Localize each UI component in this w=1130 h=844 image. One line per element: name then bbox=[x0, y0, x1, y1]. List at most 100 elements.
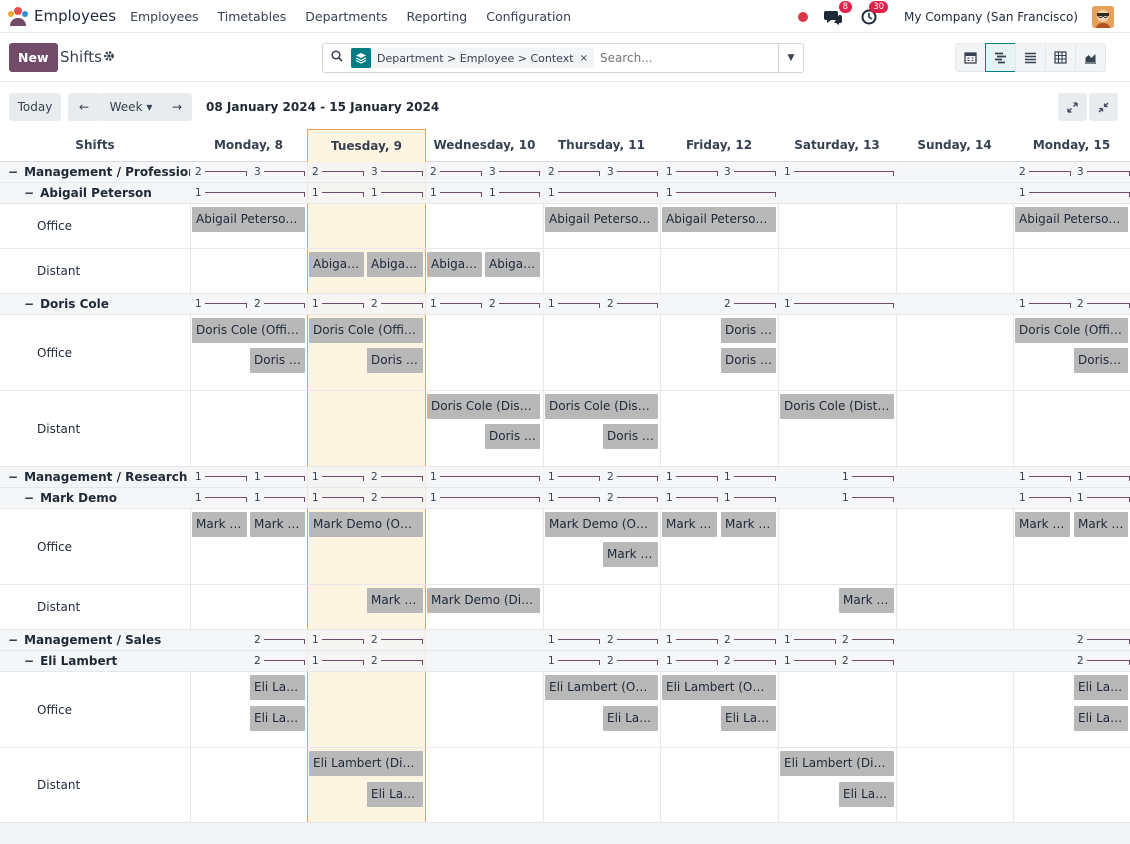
expand-rows-icon[interactable] bbox=[1058, 93, 1087, 121]
scale-dropdown[interactable]: Week ▾ bbox=[100, 93, 162, 121]
gantt-view-icon[interactable] bbox=[985, 43, 1016, 72]
company-switcher[interactable]: My Company (San Francisco) bbox=[904, 10, 1078, 24]
search-facet[interactable]: Department > Employee > Context × bbox=[351, 48, 594, 68]
shift-pill[interactable]: Eli Lambert (Distant) bbox=[367, 782, 423, 807]
shift-pill[interactable]: Mark Demo (Office) bbox=[192, 512, 247, 537]
previous-period-button[interactable]: ← bbox=[68, 93, 100, 121]
shift-pill[interactable]: Mark Demo (Distant) bbox=[839, 588, 894, 613]
gear-icon[interactable] bbox=[103, 50, 115, 65]
shift-pill[interactable]: Doris Cole (Office) bbox=[721, 318, 776, 343]
shift-pill[interactable]: Doris Cole (Distant) bbox=[603, 424, 658, 449]
shift-pill[interactable]: Doris Cole (Office) bbox=[1015, 318, 1128, 343]
calendar-view-icon[interactable] bbox=[955, 43, 986, 72]
menu-reporting[interactable]: Reporting bbox=[406, 9, 467, 24]
context-row[interactable]: Office Eli Lambert (Office) Eli Lambert … bbox=[0, 672, 1130, 748]
shift-pill[interactable]: Doris Cole (Office) bbox=[721, 348, 776, 373]
menu-departments[interactable]: Departments bbox=[305, 9, 387, 24]
group-row[interactable]: − Management / Sales 2 1 2 1 2 1 2 1 2 2 bbox=[0, 630, 1130, 651]
collapse-icon[interactable]: − bbox=[8, 165, 18, 179]
shift-pill[interactable]: Eli Lambert (Office) bbox=[721, 706, 776, 731]
collapse-icon[interactable]: − bbox=[24, 491, 34, 505]
next-period-button[interactable]: → bbox=[162, 93, 192, 121]
count-label: 1 bbox=[548, 492, 555, 504]
shift-pill[interactable]: Abigail Peterson (Office) bbox=[545, 207, 658, 232]
shift-pill[interactable]: Eli Lambert (Office) bbox=[662, 675, 776, 700]
shift-pill[interactable]: Mark Demo (Office) bbox=[250, 512, 305, 537]
collapse-icon[interactable]: − bbox=[8, 633, 18, 647]
shift-pill[interactable]: Eli Lambert (Office) bbox=[250, 675, 305, 700]
context-row[interactable]: Distant Doris Cole (Distant) Doris Cole … bbox=[0, 391, 1130, 467]
menu-employees[interactable]: Employees bbox=[130, 9, 198, 24]
today-button[interactable]: Today bbox=[9, 93, 61, 121]
shift-pill[interactable]: Mark Demo (Distant) bbox=[427, 588, 540, 613]
count-label: 1 bbox=[666, 492, 673, 504]
shift-pill[interactable]: Eli Lambert (Office) bbox=[250, 706, 305, 731]
employees-app-icon[interactable] bbox=[6, 4, 30, 28]
menu-configuration[interactable]: Configuration bbox=[486, 9, 571, 24]
pivot-view-icon[interactable] bbox=[1045, 43, 1076, 72]
collapse-icon[interactable]: − bbox=[24, 654, 34, 668]
shift-pill[interactable]: Abigail Peterson (Office) bbox=[662, 207, 776, 232]
shift-pill[interactable]: Mark Demo (Office) bbox=[1074, 512, 1128, 537]
shift-pill[interactable]: Eli Lambert (Distant) bbox=[839, 782, 894, 807]
shift-pill[interactable]: Doris Cole (Office) bbox=[250, 348, 305, 373]
collapse-icon[interactable]: − bbox=[24, 186, 34, 200]
shift-pill[interactable]: Eli Lambert (Office) bbox=[603, 706, 658, 731]
search-input[interactable] bbox=[599, 51, 780, 65]
shift-count-bar: 1 bbox=[312, 488, 364, 508]
shift-pill[interactable]: Doris Cole (Distant) bbox=[780, 394, 894, 419]
shift-pill[interactable]: Eli Lambert (Distant) bbox=[780, 751, 894, 776]
shift-pill[interactable]: Eli Lambert (Distant) bbox=[309, 751, 423, 776]
menu-timetables[interactable]: Timetables bbox=[218, 9, 287, 24]
context-row[interactable]: Office Mark Demo (Office) Mark Demo (Off… bbox=[0, 509, 1130, 585]
shift-pill[interactable]: Doris Cole (Distant) bbox=[427, 394, 540, 419]
shift-pill[interactable]: Abigail Peterson (Office) bbox=[192, 207, 305, 232]
list-view-icon[interactable] bbox=[1015, 43, 1046, 72]
shift-pill[interactable]: Abigail Peterson (Distant) bbox=[309, 252, 364, 277]
count-label: 1 bbox=[371, 187, 378, 199]
shift-pill[interactable]: Abigail Peterson (Distant) bbox=[367, 252, 423, 277]
context-row[interactable]: Distant Abigail Peterson (Distant) Abiga… bbox=[0, 249, 1130, 294]
shift-pill[interactable]: Doris Cole (Office) bbox=[309, 318, 423, 343]
shift-pill[interactable]: Doris Cole (Office) bbox=[1074, 348, 1128, 373]
shift-pill[interactable]: Abigail Peterson (Distant) bbox=[485, 252, 540, 277]
employee-row[interactable]: − Abigail Peterson 1 1 1 1 1 1 1 1 bbox=[0, 183, 1130, 204]
status-dot-icon[interactable] bbox=[798, 11, 809, 22]
shift-pill[interactable]: Abigail Peterson (Office) bbox=[1015, 207, 1128, 232]
shift-pill[interactable]: Mark Demo (Office) bbox=[309, 512, 423, 537]
employee-row[interactable]: − Doris Cole 1 2 1 2 1 2 1 2 2 1 1 2 bbox=[0, 294, 1130, 315]
shift-pill[interactable]: Mark Demo (Office) bbox=[662, 512, 717, 537]
activities-clock-icon[interactable]: 30 bbox=[858, 0, 889, 28]
shift-pill[interactable]: Eli Lambert (Office) bbox=[1074, 675, 1128, 700]
shift-pill[interactable]: Eli Lambert (Office) bbox=[545, 675, 658, 700]
collapse-icon[interactable]: − bbox=[8, 470, 18, 484]
shift-pill[interactable]: Doris Cole (Office) bbox=[192, 318, 305, 343]
shift-pill[interactable]: Mark Demo (Office) bbox=[545, 512, 658, 537]
group-row[interactable]: −Management / Profession... 2 3 2 3 2 3 … bbox=[0, 162, 1130, 183]
new-button[interactable]: New bbox=[9, 43, 58, 72]
context-row[interactable]: Distant Mark Demo (Distant) Mark Demo (D… bbox=[0, 585, 1130, 630]
shift-pill[interactable]: Mark Demo (Office) bbox=[603, 542, 658, 567]
shift-pill[interactable]: Doris Cole (Distant) bbox=[485, 424, 540, 449]
context-row[interactable]: Office Doris Cole (Office) Doris Cole (O… bbox=[0, 315, 1130, 391]
shift-pill[interactable]: Doris Cole (Office) bbox=[367, 348, 423, 373]
shift-pill[interactable]: Mark Demo (Office) bbox=[721, 512, 776, 537]
shift-pill[interactable]: Abigail Peterson (Distant) bbox=[427, 252, 482, 277]
group-row[interactable]: −Management / Research &... 1 1 1 2 1 1 … bbox=[0, 467, 1130, 488]
messages-icon[interactable]: 8 bbox=[822, 0, 853, 28]
context-row[interactable]: Distant Eli Lambert (Distant) Eli Lamber… bbox=[0, 748, 1130, 823]
shift-pill[interactable]: Mark Demo (Distant) bbox=[367, 588, 423, 613]
employee-row[interactable]: − Eli Lambert 2 1 2 1 2 1 2 1 2 2 bbox=[0, 651, 1130, 672]
collapse-icon[interactable]: − bbox=[24, 297, 34, 311]
user-avatar[interactable] bbox=[1092, 5, 1114, 28]
graph-view-icon[interactable] bbox=[1075, 43, 1106, 72]
context-row[interactable]: Office Abigail Peterson (Office) Abigail… bbox=[0, 204, 1130, 249]
app-name[interactable]: Employees bbox=[34, 7, 116, 25]
shift-pill[interactable]: Mark Demo (Office) bbox=[1015, 512, 1070, 537]
facet-remove-icon[interactable]: × bbox=[580, 53, 594, 64]
shift-pill[interactable]: Doris Cole (Distant) bbox=[545, 394, 658, 419]
employee-row[interactable]: − Mark Demo 1 1 1 2 1 1 2 1 1 1 1 1 bbox=[0, 488, 1130, 509]
shift-pill[interactable]: Eli Lambert (Office) bbox=[1074, 706, 1128, 731]
search-options-toggle[interactable]: ▼ bbox=[778, 44, 803, 72]
collapse-rows-icon[interactable] bbox=[1089, 93, 1118, 121]
